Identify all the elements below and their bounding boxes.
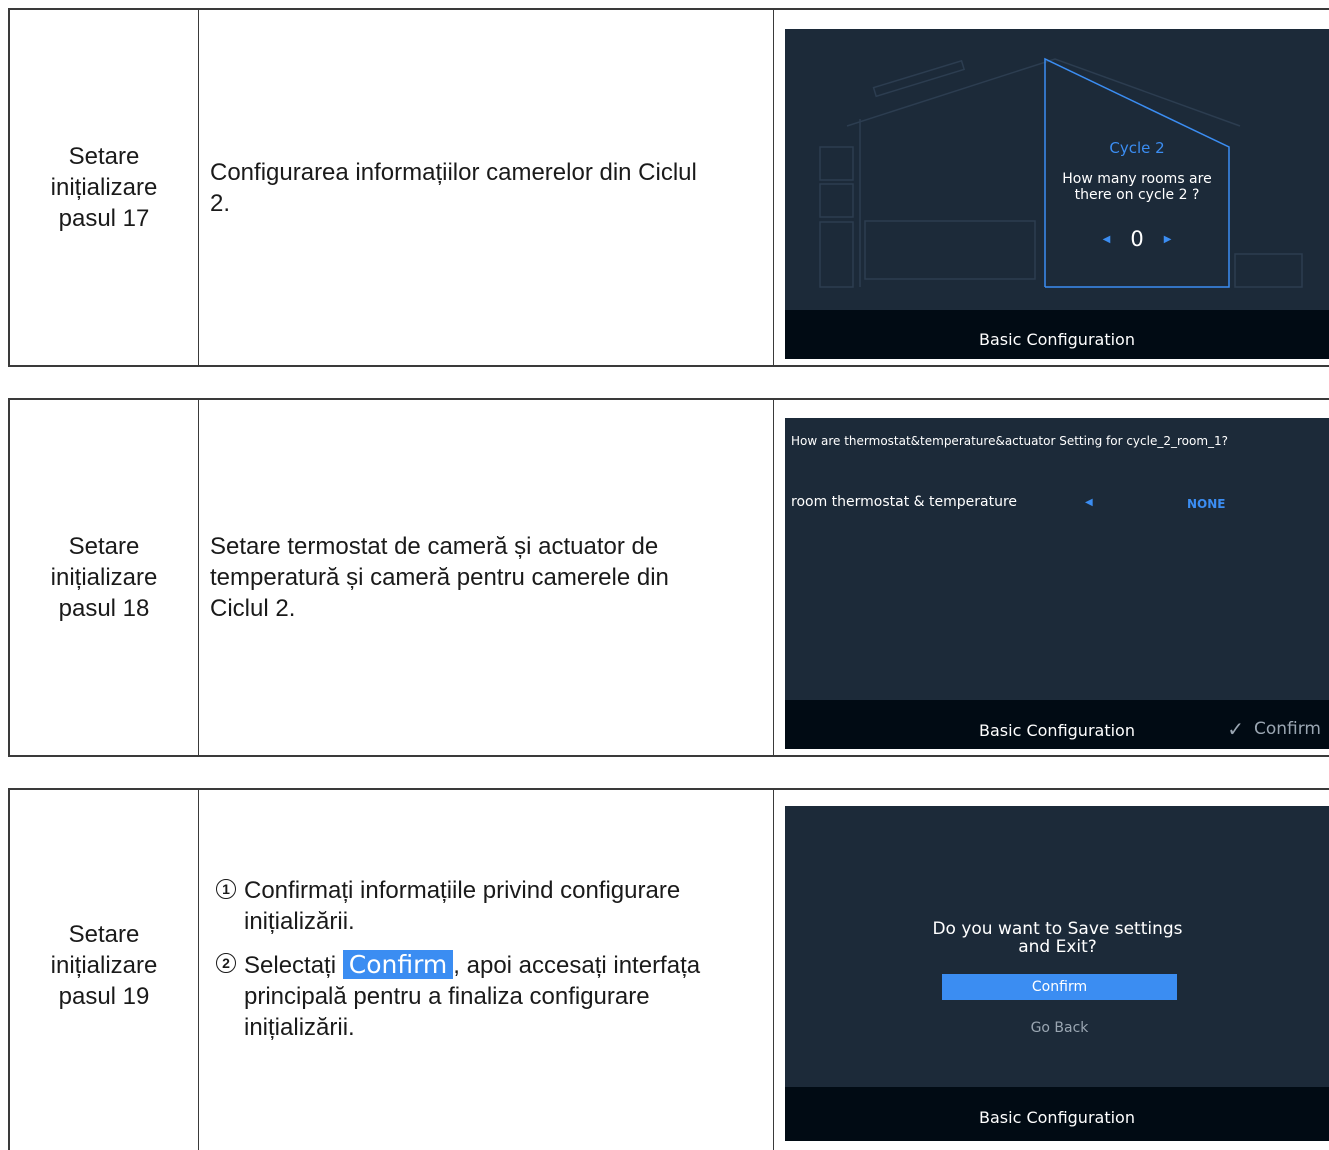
step-description: Setare termostat de cameră și actuator d… xyxy=(199,400,774,755)
rooms-value: 0 xyxy=(1130,227,1144,251)
rooms-question: How many rooms are there on cycle 2 ? xyxy=(1062,171,1212,203)
step-label: Setare inițializare pasul 18 xyxy=(10,400,199,755)
number-badge: 2 xyxy=(216,953,236,973)
step-label-line: inițializare xyxy=(50,951,158,979)
device-screen: Do you want to Save settings and Exit? C… xyxy=(785,806,1329,1141)
text-before-chip: Selectați xyxy=(244,952,337,979)
decrement-arrow-icon[interactable]: ◀ xyxy=(1103,234,1111,245)
step-18-row: Setare inițializare pasul 18 Setare term… xyxy=(8,398,1329,757)
confirm-chip: Confirm xyxy=(342,950,454,979)
confirm-button[interactable]: ✓ Confirm xyxy=(1227,717,1321,741)
step-label: Setare inițializare pasul 17 xyxy=(10,10,199,365)
screenshot-cell: Do you want to Save settings and Exit? C… xyxy=(775,790,1329,1150)
number-badge: 1 xyxy=(216,879,236,899)
checkmark-icon: ✓ xyxy=(1227,717,1244,741)
setting-row-label: room thermostat & temperature xyxy=(791,494,1018,510)
screenshot-cell: Cycle 2 How many rooms are there on cycl… xyxy=(775,10,1329,365)
increment-arrow-icon[interactable]: ▶ xyxy=(1164,234,1172,245)
footer-bar: Basic Configuration ✓ Confirm xyxy=(785,700,1329,749)
footer-title: Basic Configuration xyxy=(979,330,1135,349)
description-text: Setare termostat de cameră și actuator d… xyxy=(210,533,669,622)
list-item-text: Confirmați informațiile privind configur… xyxy=(244,877,681,935)
step-19-row: Setare inițializare pasul 19 1 Confirmaț… xyxy=(8,788,1329,1150)
device-screen: Cycle 2 How many rooms are there on cycl… xyxy=(785,29,1329,359)
save-exit-question: Do you want to Save settings and Exit? xyxy=(932,919,1183,957)
rooms-stepper[interactable]: ◀ 0 ▶ xyxy=(1045,227,1229,251)
step-label-line: Setare xyxy=(68,533,140,560)
step-label-line: Setare xyxy=(68,920,140,948)
footer-title: Basic Configuration xyxy=(979,1108,1135,1127)
step-label-line: pasul 19 xyxy=(58,982,150,1010)
list-item: 2 Selectați Confirm, apoi accesați inter… xyxy=(216,949,736,1043)
go-back-button[interactable]: Go Back xyxy=(942,1020,1177,1036)
step-description: Configurarea informațiilor camerelor din… xyxy=(199,10,774,365)
setting-question: How are thermostat&temperature&actuator … xyxy=(791,434,1229,448)
step-label-line: pasul 17 xyxy=(58,205,150,232)
list-item-text: Selectați Confirm, apoi accesați interfa… xyxy=(244,949,736,1043)
step-label-line: inițializare xyxy=(50,174,158,201)
setting-row[interactable]: room thermostat & temperature ◀ NONE ▶ xyxy=(791,494,1329,516)
device-screen: How are thermostat&temperature&actuator … xyxy=(785,418,1329,749)
step-17-row: Setare inițializare pasul 17 Configurare… xyxy=(8,8,1329,367)
cycle-title: Cycle 2 xyxy=(1109,139,1165,157)
step-description: 1 Confirmați informațiile privind config… xyxy=(199,790,774,1150)
confirm-button[interactable]: Confirm xyxy=(942,974,1177,1000)
step-label-line: pasul 18 xyxy=(58,595,150,622)
step-label-line: Setare xyxy=(68,143,140,170)
previous-option-arrow-icon[interactable]: ◀ xyxy=(1085,497,1093,508)
step-label-line: inițializare xyxy=(50,564,158,591)
setting-row-value: NONE xyxy=(1187,497,1226,511)
description-text: Configurarea informațiilor camerelor din… xyxy=(210,158,697,217)
step-label: Setare inițializare pasul 19 xyxy=(10,790,199,1150)
footer-bar: Basic Configuration xyxy=(785,310,1329,359)
list-item: 1 Confirmați informațiile privind config… xyxy=(216,875,736,937)
confirm-label: Confirm xyxy=(1253,719,1321,739)
footer-bar: Basic Configuration xyxy=(785,1087,1329,1141)
screenshot-cell: How are thermostat&temperature&actuator … xyxy=(775,400,1329,755)
